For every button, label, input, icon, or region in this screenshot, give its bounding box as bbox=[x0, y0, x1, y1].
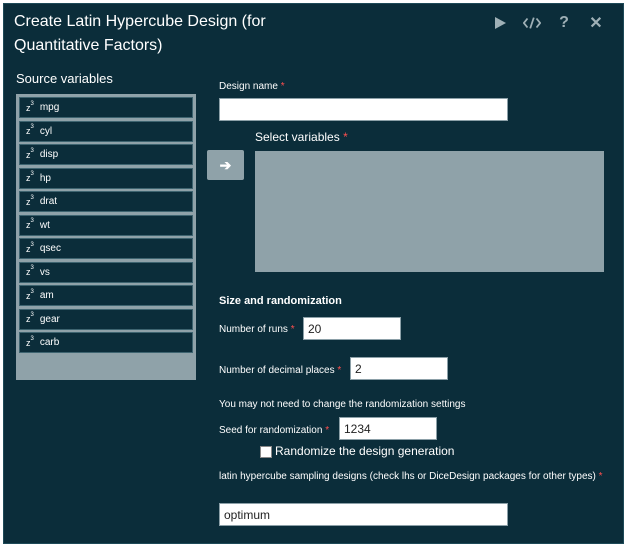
numeric-variable-icon: z3 bbox=[26, 194, 34, 207]
source-item-am[interactable]: z3 am bbox=[19, 285, 193, 306]
numeric-variable-icon: z3 bbox=[26, 147, 34, 160]
source-item-vs[interactable]: z3 vs bbox=[19, 261, 193, 283]
randomize-label: Randomize the design generation bbox=[275, 444, 455, 458]
source-item-label: drat bbox=[39, 196, 58, 207]
source-item-drat[interactable]: z3 drat bbox=[19, 191, 193, 212]
source-item-label: gear bbox=[39, 313, 60, 325]
runs-input[interactable]: 20 bbox=[303, 317, 401, 340]
source-item-label: carb bbox=[39, 337, 60, 348]
move-right-button[interactable]: ➔ bbox=[207, 150, 244, 180]
arrow-right-icon: ➔ bbox=[219, 156, 232, 173]
code-icon[interactable] bbox=[523, 14, 541, 32]
decimals-label: Number of decimal places * bbox=[219, 365, 342, 376]
selected-variables-list[interactable] bbox=[255, 151, 604, 272]
source-item-label: hp bbox=[39, 172, 51, 184]
numeric-variable-icon: z3 bbox=[26, 100, 34, 113]
numeric-variable-icon: z3 bbox=[26, 218, 34, 230]
design-name-input[interactable] bbox=[219, 98, 508, 121]
run-icon[interactable] bbox=[491, 14, 509, 32]
numeric-variable-icon: z3 bbox=[26, 312, 34, 324]
source-item-cyl[interactable]: z3 cyl bbox=[19, 120, 193, 142]
runs-label: Number of runs * bbox=[219, 324, 295, 335]
source-variables-label: Source variables bbox=[16, 71, 113, 86]
source-item-carb[interactable]: z3 carb bbox=[19, 332, 193, 353]
source-item-qsec[interactable]: z3 qsec bbox=[19, 238, 193, 259]
dialog-panel: Create Latin Hypercube Design (for Quant… bbox=[3, 3, 624, 544]
source-item-wt[interactable]: z3 wt bbox=[19, 214, 193, 236]
source-item-label: wt bbox=[39, 219, 50, 231]
randomization-note: You may not need to change the randomiza… bbox=[219, 399, 466, 410]
source-item-label: mpg bbox=[39, 102, 60, 113]
dialog-title: Create Latin Hypercube Design (for Quant… bbox=[14, 13, 266, 54]
close-icon[interactable]: ✕ bbox=[587, 14, 605, 32]
source-item-label: disp bbox=[39, 149, 59, 160]
source-item-disp[interactable]: z3 disp bbox=[19, 144, 193, 165]
numeric-variable-icon: z3 bbox=[26, 241, 34, 254]
numeric-variable-icon: z3 bbox=[26, 171, 34, 183]
source-item-gear[interactable]: z3 gear bbox=[19, 308, 193, 330]
size-section-title: Size and randomization bbox=[219, 295, 342, 307]
source-item-mpg[interactable]: z3 mpg bbox=[19, 97, 193, 118]
randomize-checkbox[interactable] bbox=[260, 446, 272, 458]
select-variables-label: Select variables * bbox=[255, 130, 348, 144]
numeric-variable-icon: z3 bbox=[26, 265, 34, 277]
seed-label: Seed for randomization * bbox=[219, 425, 330, 436]
source-variables-list[interactable]: z3 mpg z3 cyl z3 disp z3 hp z3 drat z3 wt z3 qsec z3 vs… bbox=[16, 94, 196, 380]
lhs-label: latin hypercube sampling designs (check … bbox=[219, 471, 603, 482]
source-item-hp[interactable]: z3 hp bbox=[19, 167, 193, 189]
decimals-input[interactable]: 2 bbox=[350, 357, 448, 380]
help-icon[interactable]: ? bbox=[555, 14, 573, 32]
source-item-label: am bbox=[39, 290, 54, 301]
source-item-label: qsec bbox=[39, 243, 61, 254]
numeric-variable-icon: z3 bbox=[26, 124, 34, 136]
lhs-type-input[interactable]: optimum bbox=[219, 503, 508, 526]
seed-input[interactable]: 1234 bbox=[339, 417, 437, 440]
source-item-label: cyl bbox=[39, 125, 53, 137]
design-name-label: Design name * bbox=[219, 81, 285, 92]
source-item-label: vs bbox=[39, 266, 50, 278]
numeric-variable-icon: z3 bbox=[26, 288, 34, 301]
header-icons: ? ✕ bbox=[491, 14, 605, 32]
numeric-variable-icon: z3 bbox=[26, 335, 34, 348]
